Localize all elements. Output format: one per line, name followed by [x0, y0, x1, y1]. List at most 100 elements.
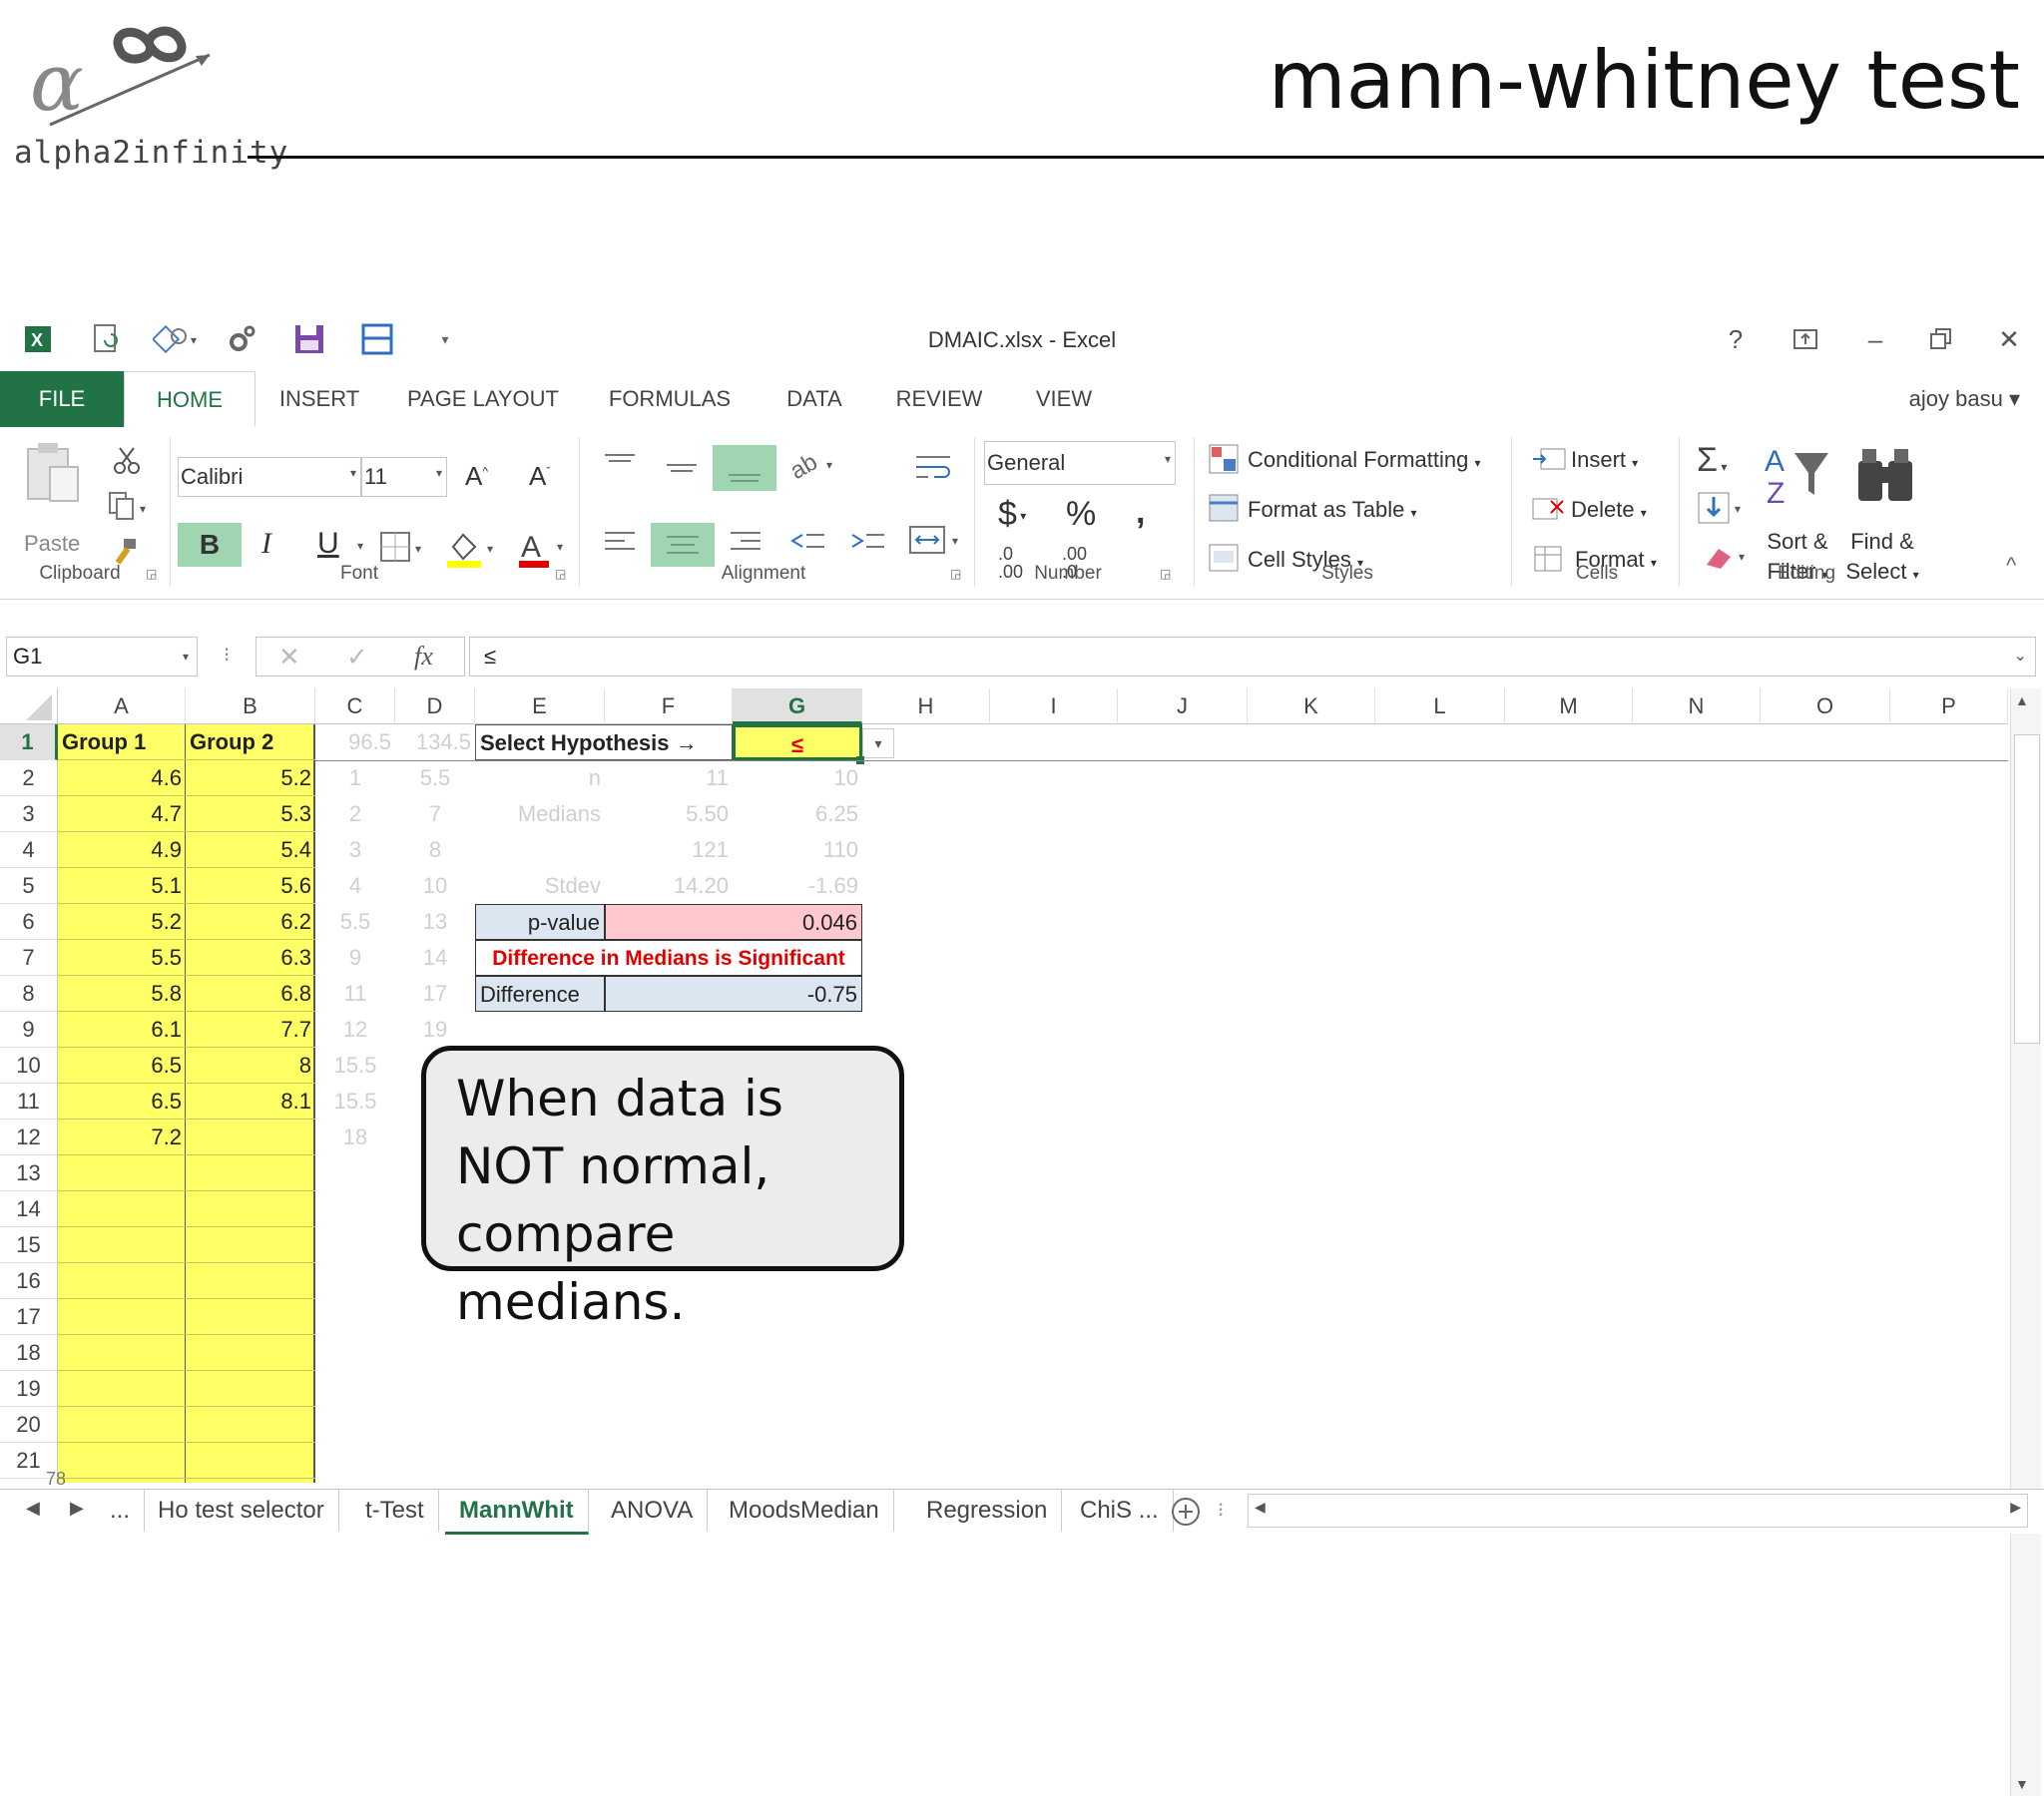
column-header[interactable]: K: [1248, 688, 1375, 724]
cell-b1[interactable]: Group 2: [186, 724, 315, 760]
group2-value[interactable]: 6.3: [186, 940, 315, 976]
stat-rank-sum-group1[interactable]: 121: [605, 832, 733, 868]
stat-n-group1[interactable]: 11: [605, 760, 733, 796]
group1-value[interactable]: 5.1: [58, 868, 186, 904]
clear-icon[interactable]: ▾: [1701, 539, 1751, 580]
row-header[interactable]: 15: [0, 1227, 58, 1263]
comma-button[interactable]: ,: [1136, 493, 1145, 532]
paste-icon[interactable]: [22, 441, 82, 508]
number-format-dropdown[interactable]: General ▾: [984, 441, 1176, 485]
stat-median-group1[interactable]: 5.50: [605, 796, 733, 832]
vertical-scrollbar[interactable]: ▲ ▼: [2010, 688, 2041, 1796]
row-header[interactable]: 2: [0, 760, 58, 796]
insert-cells-button[interactable]: Insert ▾: [1571, 447, 1638, 473]
font-name-dropdown[interactable]: Calibri ▾: [178, 457, 361, 497]
rank-d[interactable]: 14: [395, 940, 475, 976]
rank-d[interactable]: 10: [395, 868, 475, 904]
group1-value[interactable]: 4.9: [58, 832, 186, 868]
sheet-tab-more[interactable]: ...: [96, 1490, 146, 1532]
rank-d[interactable]: 8: [395, 832, 475, 868]
scrollbar-thumb[interactable]: [2014, 734, 2040, 1044]
sheet-tab[interactable]: Regression: [912, 1490, 1063, 1532]
row-header[interactable]: 16: [0, 1263, 58, 1299]
font-size-dropdown[interactable]: 11 ▾: [361, 457, 447, 497]
sheet-tab[interactable]: ChiS ...: [1066, 1490, 1174, 1532]
format-as-table-button[interactable]: Format as Table ▾: [1248, 497, 1417, 523]
row-header[interactable]: 7: [0, 940, 58, 976]
rank-c[interactable]: 11: [315, 976, 395, 1012]
percent-button[interactable]: %: [1066, 495, 1096, 534]
difference-value[interactable]: -0.75: [605, 976, 862, 1012]
column-header[interactable]: L: [1375, 688, 1505, 724]
sheet-tab[interactable]: t-Test: [351, 1490, 439, 1532]
group2-value[interactable]: 6.8: [186, 976, 315, 1012]
cell-e1[interactable]: Select Hypothesis →: [475, 724, 733, 760]
scroll-down-icon[interactable]: ▼: [2015, 1776, 2029, 1792]
enter-icon[interactable]: ✓: [346, 642, 368, 673]
row-header[interactable]: 13: [0, 1155, 58, 1191]
bold-button[interactable]: B: [178, 523, 242, 567]
fill-icon[interactable]: ▾: [1697, 491, 1747, 532]
autosum-icon[interactable]: Σ ▾: [1697, 441, 1727, 480]
increase-indent-icon[interactable]: [848, 527, 888, 562]
scroll-right-icon[interactable]: ▶: [2010, 1499, 2021, 1516]
cell-styles-icon[interactable]: [1208, 543, 1242, 580]
cell-g1-hypothesis[interactable]: ≤: [733, 724, 862, 760]
row-header[interactable]: 20: [0, 1407, 58, 1443]
rank-c[interactable]: 18: [315, 1120, 395, 1155]
alignment-launcher-icon[interactable]: ◲: [950, 567, 964, 581]
cut-icon[interactable]: [112, 445, 142, 480]
rank-c[interactable]: 15.5: [315, 1048, 395, 1084]
fill-color-icon[interactable]: ▾: [445, 529, 505, 574]
sheet-tab[interactable]: Ho test selector: [144, 1490, 339, 1532]
tab-page-layout[interactable]: PAGE LAYOUT: [399, 371, 567, 427]
rank-c[interactable]: 9: [315, 940, 395, 976]
group2-value[interactable]: 8.1: [186, 1084, 315, 1120]
paste-button[interactable]: Paste: [24, 531, 80, 557]
column-header[interactable]: B: [186, 688, 315, 724]
stat-label-stdev[interactable]: Stdev: [475, 868, 605, 904]
format-as-table-icon[interactable]: [1208, 493, 1242, 530]
tab-view[interactable]: VIEW: [1018, 371, 1110, 427]
conditional-formatting-button[interactable]: Conditional Formatting ▾: [1248, 447, 1481, 473]
decrease-font-icon[interactable]: Aˇ: [529, 461, 550, 492]
group1-value[interactable]: 7.2: [58, 1120, 186, 1155]
copy-icon[interactable]: ▾: [108, 491, 152, 526]
stat-label-medians[interactable]: Medians: [475, 796, 605, 832]
currency-button[interactable]: $ ▾: [998, 495, 1026, 534]
delete-cells-button[interactable]: Delete ▾: [1571, 497, 1647, 523]
select-all-corner[interactable]: [0, 688, 58, 724]
ribbon-display-icon[interactable]: [1781, 319, 1830, 359]
scroll-up-icon[interactable]: ▲: [2015, 692, 2029, 708]
row-header[interactable]: 5: [0, 868, 58, 904]
align-top-icon[interactable]: [603, 449, 637, 484]
sheet-tab[interactable]: MoodsMedian: [715, 1490, 894, 1532]
scroll-left-icon[interactable]: ◀: [1255, 1499, 1266, 1516]
pvalue-value[interactable]: 0.046: [605, 904, 862, 940]
stat-stdev-group2[interactable]: -1.69: [733, 868, 862, 904]
add-sheet-icon[interactable]: [1170, 1496, 1202, 1533]
row-header[interactable]: 4: [0, 832, 58, 868]
group2-value[interactable]: 5.3: [186, 796, 315, 832]
clipboard-launcher-icon[interactable]: ◲: [146, 567, 160, 581]
stat-rank-sum-group2[interactable]: 110: [733, 832, 862, 868]
align-bottom-icon[interactable]: [713, 445, 776, 491]
tab-file[interactable]: FILE: [0, 371, 124, 427]
column-header[interactable]: I: [990, 688, 1118, 724]
row-header[interactable]: 12: [0, 1120, 58, 1155]
group1-value[interactable]: 5.2: [58, 904, 186, 940]
rank-c[interactable]: 12: [315, 1012, 395, 1048]
merge-center-icon[interactable]: ▾: [908, 523, 968, 564]
row-header[interactable]: 17: [0, 1299, 58, 1335]
insert-function-button[interactable]: fx: [414, 642, 433, 672]
rank-c[interactable]: 15.5: [315, 1084, 395, 1120]
find-select-icon[interactable]: [1852, 441, 1922, 516]
cell-a1[interactable]: Group 1: [58, 724, 186, 760]
scroll-tabs-right-icon[interactable]: ▶: [70, 1498, 84, 1519]
group2-value[interactable]: 7.7: [186, 1012, 315, 1048]
group2-value[interactable]: 5.4: [186, 832, 315, 868]
horizontal-scrollbar[interactable]: ◀ ▶: [1248, 1494, 2028, 1528]
group1-value[interactable]: 4.7: [58, 796, 186, 832]
collapse-ribbon-icon[interactable]: ^: [2006, 553, 2016, 579]
group2-value[interactable]: 8: [186, 1048, 315, 1084]
